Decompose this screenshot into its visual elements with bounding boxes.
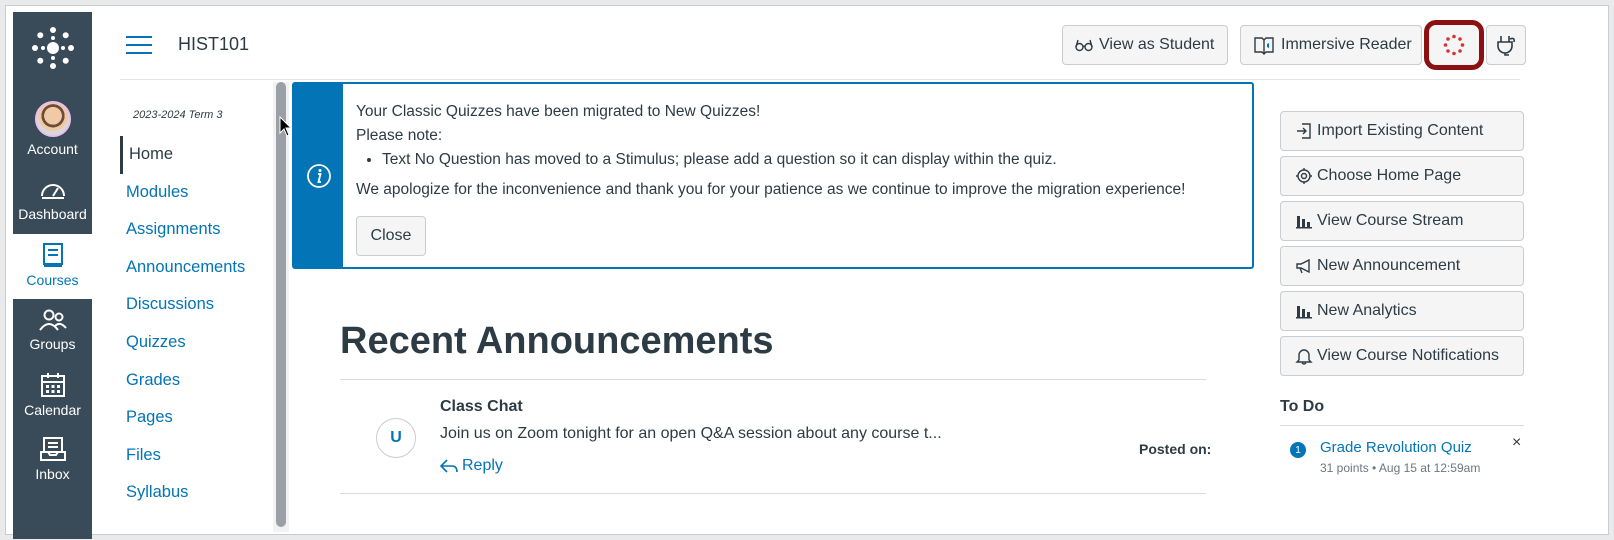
header-divider bbox=[120, 79, 1520, 80]
alert-close-button[interactable]: Close bbox=[356, 216, 426, 256]
nav-dashboard[interactable]: Dashboard bbox=[13, 178, 92, 222]
alert-headline: Your Classic Quizzes have been migrated … bbox=[356, 103, 761, 120]
view-course-notifications-button[interactable]: View Course Notifications bbox=[1280, 336, 1524, 376]
courses-icon bbox=[42, 243, 63, 267]
megaphone-icon bbox=[1296, 258, 1310, 274]
scrollbar-thumb[interactable] bbox=[276, 82, 286, 527]
todo-count-badge: 1 bbox=[1290, 442, 1306, 458]
course-navigation: Home Modules Assignments Announcements D… bbox=[120, 136, 270, 512]
new-analytics-label: New Analytics bbox=[1317, 302, 1417, 319]
mouse-cursor-icon bbox=[279, 116, 293, 137]
reply-label: Reply bbox=[462, 457, 503, 474]
view-as-student-label: View as Student bbox=[1099, 36, 1215, 53]
target-icon bbox=[1296, 168, 1312, 184]
nav-account[interactable]: Account bbox=[13, 101, 92, 157]
announcement-avatar: U bbox=[376, 418, 416, 458]
view-course-notifications-label: View Course Notifications bbox=[1317, 347, 1500, 364]
course-nav-announcements[interactable]: Announcements bbox=[120, 249, 270, 287]
import-existing-content-label: Import Existing Content bbox=[1317, 122, 1484, 139]
announcement-title[interactable]: Class Chat bbox=[440, 398, 523, 416]
plug-icon bbox=[1497, 36, 1515, 56]
highlighted-settings-button[interactable] bbox=[1424, 20, 1484, 70]
course-nav-modules[interactable]: Modules bbox=[120, 174, 270, 212]
nav-groups-label: Groups bbox=[29, 336, 76, 352]
integrations-button[interactable] bbox=[1486, 25, 1526, 65]
view-course-stream-button[interactable]: View Course Stream bbox=[1280, 201, 1524, 241]
course-nav-discussions[interactable]: Discussions bbox=[120, 286, 270, 324]
glasses-icon bbox=[1075, 39, 1093, 52]
new-analytics-button[interactable]: New Analytics bbox=[1280, 291, 1524, 331]
analytics-icon bbox=[1296, 306, 1312, 319]
todo-item-link[interactable]: Grade Revolution Quiz bbox=[1320, 439, 1472, 456]
dashboard-icon bbox=[40, 184, 65, 199]
immersive-reader-button[interactable]: Immersive Reader bbox=[1240, 25, 1422, 65]
nav-courses[interactable]: Courses bbox=[13, 242, 92, 288]
immersive-reader-icon bbox=[1254, 37, 1274, 55]
migration-alert: Your Classic Quizzes have been migrated … bbox=[292, 82, 1254, 269]
recent-announcements-heading: Recent Announcements bbox=[340, 320, 774, 362]
term-label: 2023-2024 Term 3 bbox=[133, 109, 223, 121]
todo-dismiss-button[interactable]: × bbox=[1512, 434, 1521, 452]
alert-apology: We apologize for the inconvenience and t… bbox=[356, 181, 1186, 198]
bell-icon bbox=[1295, 349, 1313, 365]
divider bbox=[340, 379, 1206, 380]
account-avatar bbox=[34, 101, 71, 137]
loader-icon bbox=[1443, 34, 1465, 56]
course-nav-pages[interactable]: Pages bbox=[120, 399, 270, 437]
course-nav-quizzes[interactable]: Quizzes bbox=[120, 324, 270, 362]
groups-icon bbox=[38, 309, 67, 331]
course-nav-assignments[interactable]: Assignments bbox=[120, 211, 270, 249]
course-breadcrumb[interactable]: HIST101 bbox=[178, 34, 249, 55]
new-announcement-button[interactable]: New Announcement bbox=[1280, 246, 1524, 286]
view-as-student-button[interactable]: View as Student bbox=[1062, 25, 1228, 65]
choose-home-page-label: Choose Home Page bbox=[1317, 167, 1462, 184]
immersive-reader-label: Immersive Reader bbox=[1281, 36, 1412, 53]
global-navigation: Account Dashboard Courses Groups Calenda… bbox=[13, 12, 92, 539]
calendar-icon bbox=[40, 373, 65, 397]
import-icon bbox=[1297, 123, 1311, 139]
inbox-icon bbox=[39, 437, 66, 461]
info-icon bbox=[306, 163, 331, 188]
divider bbox=[340, 493, 1206, 494]
nav-courses-label: Courses bbox=[26, 272, 79, 288]
nav-calendar[interactable]: Calendar bbox=[13, 372, 92, 418]
todo-item-meta: 31 points • Aug 15 at 12:59am bbox=[1320, 461, 1481, 475]
canvas-logo-icon bbox=[31, 27, 74, 69]
course-nav-home[interactable]: Home bbox=[120, 136, 270, 174]
course-nav-grades[interactable]: Grades bbox=[120, 362, 270, 400]
nav-inbox-label: Inbox bbox=[35, 466, 70, 482]
canvas-logo[interactable] bbox=[13, 26, 92, 69]
nav-dashboard-label: Dashboard bbox=[18, 206, 87, 222]
nav-groups[interactable]: Groups bbox=[13, 308, 92, 352]
nav-calendar-label: Calendar bbox=[24, 402, 81, 418]
nav-inbox[interactable]: Inbox bbox=[13, 436, 92, 482]
course-nav-syllabus[interactable]: Syllabus bbox=[120, 474, 270, 512]
divider bbox=[1280, 425, 1524, 426]
posted-on-label: Posted on: bbox=[1139, 441, 1212, 457]
import-existing-content-button[interactable]: Import Existing Content bbox=[1280, 111, 1524, 151]
course-nav-files[interactable]: Files bbox=[120, 437, 270, 475]
announcement-excerpt: Join us on Zoom tonight for an open Q&A … bbox=[440, 425, 942, 442]
new-announcement-label: New Announcement bbox=[1317, 257, 1461, 274]
bar-chart-icon bbox=[1296, 216, 1312, 229]
choose-home-page-button[interactable]: Choose Home Page bbox=[1280, 156, 1524, 196]
alert-bullet: Text No Question has moved to a Stimulus… bbox=[382, 148, 1185, 172]
announcement-reply-link[interactable]: Reply bbox=[440, 457, 503, 475]
alert-note-label: Please note: bbox=[356, 127, 443, 144]
todo-heading: To Do bbox=[1280, 398, 1325, 415]
nav-account-label: Account bbox=[27, 141, 78, 157]
reply-icon bbox=[440, 459, 458, 473]
course-menu-toggle[interactable] bbox=[126, 36, 152, 56]
view-course-stream-label: View Course Stream bbox=[1317, 212, 1464, 229]
